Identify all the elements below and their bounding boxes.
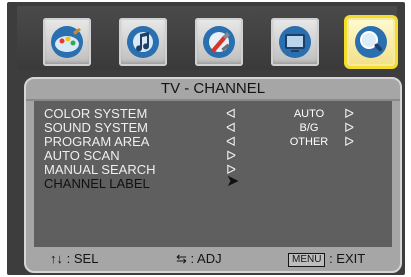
tv-icon [277,24,313,60]
menu-row-sound-system[interactable]: SOUND SYSTEM ᐊ B/G ᐅ [34,121,392,135]
arrow-right-icon[interactable]: ᐅ [344,135,354,149]
arrow-left-icon[interactable]: ᐊ [226,121,236,135]
sound-icon [125,24,161,60]
menu-row-program-area[interactable]: PROGRAM AREA ᐊ OTHER ᐅ [34,135,392,149]
menu-tile-sound[interactable] [119,18,167,66]
picture-icon [49,24,85,60]
arrow-right-icon[interactable]: ᐅ [226,149,236,163]
search-icon [353,24,389,60]
menu-tile-search[interactable] [347,18,395,66]
row-label: COLOR SYSTEM [44,106,148,121]
row-value: B/G [299,122,319,134]
menu-tile-tv[interactable] [271,18,319,66]
menu-list: COLOR SYSTEM ᐊ AUTO ᐅ SOUND SYSTEM ᐊ B/G… [34,101,392,247]
setup-icon [201,24,237,60]
channel-menu-panel: TV - CHANNEL COLOR SYSTEM ᐊ AUTO ᐅ SOUND… [24,77,402,273]
arrow-right-icon[interactable]: ➤ [226,174,239,190]
row-label: CHANNEL LABEL [44,176,150,191]
menu-key-badge: MENU [288,252,326,267]
menu-row-manual-search[interactable]: MANUAL SEARCH ᐅ [34,163,392,177]
menu-tile-setup[interactable] [195,18,243,66]
hint-select-label: : SEL [66,251,99,266]
row-value: AUTO [293,108,325,120]
left-right-arrows-icon: ⇆ [176,251,187,266]
row-label: PROGRAM AREA [44,134,150,149]
tv-osd-frame: TV - CHANNEL COLOR SYSTEM ᐊ AUTO ᐅ SOUND… [7,2,405,275]
hint-select: ↑↓ : SEL [50,247,98,271]
menu-row-color-system[interactable]: COLOR SYSTEM ᐊ AUTO ᐅ [34,107,392,121]
arrow-right-icon[interactable]: ᐅ [344,107,354,121]
menu-row-channel-label[interactable]: CHANNEL LABEL ➤ [34,174,392,191]
menu-tile-picture[interactable] [43,18,91,66]
arrow-right-icon[interactable]: ᐅ [344,121,354,135]
menu-icon-bar [17,6,397,70]
row-label: AUTO SCAN [44,148,120,163]
panel-title: TV - CHANNEL [26,79,400,101]
hint-exit-label: : EXIT [329,251,366,266]
hint-bar: ↑↓ : SEL ⇆ : ADJ MENU : EXIT [26,247,400,271]
row-label: MANUAL SEARCH [44,162,156,177]
hint-adjust-label: : ADJ [190,251,222,266]
hint-adjust: ⇆ : ADJ [176,247,222,271]
hint-exit: MENU : EXIT [288,247,365,271]
arrow-left-icon[interactable]: ᐊ [226,107,236,121]
row-value: OTHER [289,136,329,148]
arrow-left-icon[interactable]: ᐊ [226,135,236,149]
row-label: SOUND SYSTEM [44,120,149,135]
menu-row-auto-scan[interactable]: AUTO SCAN ᐅ [34,149,392,163]
up-down-arrows-icon: ↑↓ [50,251,63,266]
